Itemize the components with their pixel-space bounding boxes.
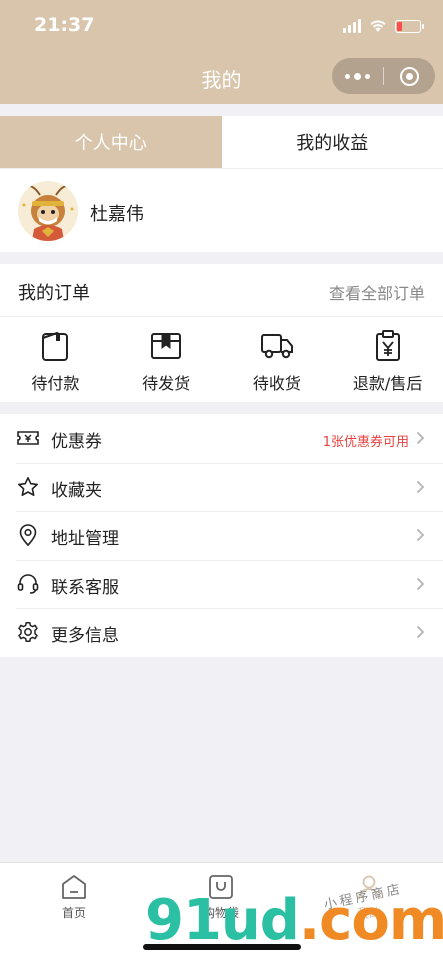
order-label: 待收货	[252, 374, 301, 393]
order-pending-receipt[interactable]: 待收货	[222, 317, 333, 402]
view-all-orders-link[interactable]: 查看全部订单	[329, 280, 425, 304]
menu-item-customer-service[interactable]: 联系客服	[0, 559, 443, 609]
profile-tabs: 个人中心 我的收益	[0, 116, 443, 168]
chevron-right-icon	[416, 577, 425, 590]
menu-item-coupons[interactable]: 优惠券 1张优惠券可用	[0, 414, 443, 463]
person-icon	[358, 875, 380, 900]
more-dots-icon[interactable]	[332, 58, 383, 94]
delivery-truck-icon	[260, 334, 293, 359]
navigation-bar: 我的	[0, 52, 443, 104]
profile-card: 杜嘉伟	[0, 168, 443, 252]
menu-item-more-info[interactable]: 更多信息	[0, 608, 443, 657]
wifi-icon	[370, 20, 386, 32]
user-name: 杜嘉伟	[90, 204, 144, 225]
target-circle-icon[interactable]	[384, 58, 435, 94]
tabbar-item-shopping-bag[interactable]: 购物袋	[191, 873, 251, 921]
tabbar-item-home[interactable]: 首页	[44, 873, 104, 921]
tabbar-label: 购物袋	[202, 906, 239, 920]
status-icons	[343, 18, 424, 34]
home-indicator	[143, 944, 301, 950]
location-pin-icon	[19, 524, 37, 546]
order-label: 待付款	[31, 374, 80, 393]
home-icon	[62, 875, 86, 899]
avatar[interactable]	[18, 181, 78, 241]
cellular-signal-icon	[343, 19, 361, 33]
star-icon	[18, 476, 38, 496]
order-pending-payment[interactable]: 待付款	[0, 317, 111, 402]
coupon-ticket-icon	[17, 431, 39, 445]
chevron-right-icon	[416, 480, 425, 493]
chevron-right-icon	[416, 625, 425, 639]
wallet-icon	[42, 331, 69, 361]
tabbar-item-mine[interactable]: 我的	[339, 873, 399, 921]
chevron-right-icon	[416, 528, 425, 542]
coupon-available-note: 1张优惠券可用	[322, 435, 409, 450]
menu-label: 联系客服	[51, 577, 119, 598]
menu-label: 收藏夹	[51, 480, 102, 501]
monkey-avatar-illustration	[18, 181, 78, 241]
headset-icon	[17, 573, 39, 594]
menu-label: 优惠券	[51, 432, 102, 452]
tab-my-earnings[interactable]: 我的收益	[221, 116, 443, 168]
order-label: 待发货	[142, 374, 191, 393]
orders-header: 我的订单 查看全部订单	[0, 264, 443, 317]
battery-level	[397, 21, 402, 31]
mini-program-capsule	[332, 58, 435, 94]
package-box-icon	[151, 333, 182, 359]
settings-menu: 优惠券 1张优惠券可用 收藏夹 地址管理 联系客服 更多信息	[0, 414, 443, 657]
order-status-row: 待付款 待发货 待收货 退款/售后	[0, 317, 443, 402]
shopping-bag-icon	[209, 875, 233, 899]
status-bar: 21:37	[0, 0, 443, 52]
orders-title: 我的订单	[18, 283, 90, 304]
gear-icon	[18, 622, 38, 642]
tabbar-label: 首页	[61, 906, 86, 920]
menu-item-address[interactable]: 地址管理	[0, 511, 443, 560]
order-pending-shipment[interactable]: 待发货	[111, 317, 222, 402]
tabbar-label: 我的	[356, 906, 381, 920]
menu-label: 地址管理	[51, 529, 119, 549]
tab-personal-center[interactable]: 个人中心	[0, 116, 222, 168]
refund-clipboard-icon	[375, 330, 400, 361]
chevron-right-icon	[416, 431, 425, 445]
menu-item-favorites[interactable]: 收藏夹	[0, 462, 443, 512]
orders-section: 我的订单 查看全部订单 待付款 待发货 待收货 退款/售后	[0, 264, 443, 402]
order-label: 退款/售后	[352, 374, 423, 393]
status-time: 21:37	[34, 14, 95, 36]
battery-icon	[395, 19, 424, 33]
menu-label: 更多信息	[51, 626, 119, 646]
order-refund-after-sale[interactable]: 退款/售后	[332, 317, 443, 402]
